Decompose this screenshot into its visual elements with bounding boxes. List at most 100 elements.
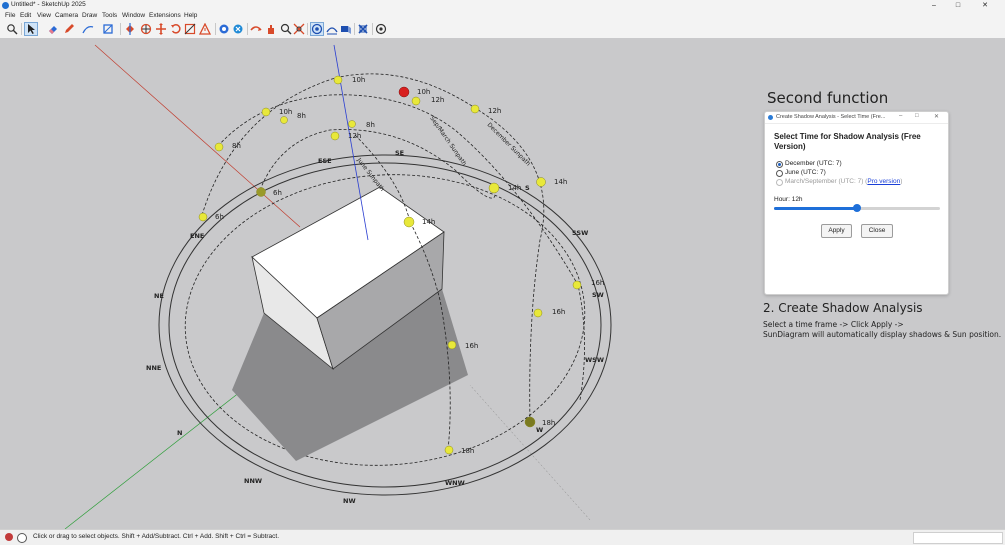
red-axis	[94, 44, 301, 228]
status-bar: Click or drag to select objects. Shift +…	[0, 529, 1005, 545]
title-bar: Untitled* - SketchUp 2025 – □ ✕	[0, 0, 1005, 11]
sun-marker[interactable]	[536, 177, 546, 187]
orbit-icon[interactable]	[250, 23, 262, 35]
minimize-button[interactable]: –	[924, 0, 944, 11]
zoom-icon[interactable]	[280, 23, 292, 35]
rotate-icon[interactable]	[155, 23, 167, 35]
pencil-icon[interactable]	[63, 23, 75, 35]
menu-window[interactable]: Window	[122, 11, 145, 20]
line-icon[interactable]	[82, 23, 94, 35]
sun-marker[interactable]	[488, 182, 500, 194]
hour-label: 14h	[422, 218, 435, 226]
menu-camera[interactable]: Camera	[55, 11, 78, 20]
select-icon[interactable]	[24, 22, 38, 36]
info-icon[interactable]	[17, 533, 27, 543]
sun-diagram-icon[interactable]	[310, 22, 324, 36]
menu-tools[interactable]: Tools	[102, 11, 117, 20]
help-icon[interactable]	[375, 23, 387, 35]
hour-label: 6h	[273, 189, 282, 197]
june-sunpath-label: June Sunpath	[355, 156, 386, 193]
dialog-close-button[interactable]: ✕	[934, 113, 939, 120]
hour-label: 16h	[591, 279, 604, 287]
offset-icon[interactable]	[184, 23, 196, 35]
compass-ne: NE	[154, 292, 164, 300]
compass-nne: NNE	[146, 364, 161, 372]
dialog-title: Create Shadow Analysis - Select Time (Fr…	[776, 114, 886, 120]
sun-marker[interactable]	[524, 416, 536, 428]
menu-extensions[interactable]: Extensions	[149, 11, 181, 20]
shadow-analysis-dialog: Create Shadow Analysis - Select Time (Fr…	[764, 111, 949, 295]
move-icon[interactable]	[140, 23, 152, 35]
current-sun-marker[interactable]	[398, 86, 410, 98]
menu-draw[interactable]: Draw	[82, 11, 97, 20]
dialog-minimize-button[interactable]: –	[899, 113, 902, 119]
hour-label: 8h	[366, 121, 375, 129]
sun-path-icon[interactable]	[326, 23, 338, 35]
zoom-extents-icon[interactable]	[293, 23, 305, 35]
sun-marker[interactable]	[261, 107, 271, 117]
compass-w: W	[536, 426, 543, 434]
compass-nw: NW	[343, 497, 356, 505]
menu-view[interactable]: View	[37, 11, 51, 20]
pan-icon[interactable]	[265, 23, 277, 35]
toolbar-separator	[120, 23, 121, 35]
toolbar-separator	[21, 23, 22, 35]
sun-marker[interactable]	[214, 142, 224, 152]
sun-marker[interactable]	[470, 104, 480, 114]
sun-marker[interactable]	[348, 120, 356, 128]
section-title: 2. Create Shadow Analysis	[763, 301, 923, 315]
apply-button[interactable]: Apply	[821, 224, 852, 238]
scale-icon[interactable]	[170, 23, 182, 35]
compass-ene: ENE	[190, 232, 204, 240]
menu-file[interactable]: File	[5, 11, 15, 20]
sun-marker[interactable]	[572, 280, 582, 290]
hour-slider[interactable]	[774, 204, 940, 212]
pro-version-link[interactable]: Pro version	[867, 178, 900, 185]
menu-help[interactable]: Help	[184, 11, 197, 20]
measurements-box[interactable]	[913, 532, 1003, 544]
shadow-analysis-icon[interactable]	[340, 23, 352, 35]
sun-marker[interactable]	[411, 96, 421, 106]
radio-label: March/September (UTC: 7) (Pro version)	[785, 178, 902, 185]
december-sunpath-label: December Sunpath	[486, 121, 532, 167]
dialog-maximize-button[interactable]: □	[915, 113, 919, 119]
sun-marker[interactable]	[330, 131, 340, 141]
compass-sw: SW	[592, 291, 604, 299]
close-dialog-button[interactable]: Close	[861, 224, 893, 238]
hour-label: 18h	[461, 447, 474, 455]
radio-button[interactable]	[776, 170, 783, 177]
toolbar-separator	[372, 23, 373, 35]
hour-label: 14h	[508, 184, 521, 192]
sun-marker[interactable]	[333, 75, 343, 85]
maximize-button[interactable]: □	[948, 0, 968, 11]
radio-button-selected[interactable]	[776, 161, 783, 168]
sun-marker[interactable]	[533, 308, 543, 318]
rectangle-icon[interactable]	[102, 23, 114, 35]
dialog-app-icon	[768, 115, 773, 120]
settings-icon[interactable]	[357, 23, 369, 35]
hour-slider-thumb[interactable]	[853, 204, 861, 212]
hour-label: 16h	[552, 308, 565, 316]
instructions-line-2: SunDiagram will automatically display sh…	[763, 330, 1002, 339]
menu-edit[interactable]: Edit	[20, 11, 31, 20]
eraser-icon[interactable]	[47, 23, 59, 35]
sun-marker[interactable]	[256, 187, 266, 197]
hour-slider-fill	[774, 207, 857, 210]
sun-marker[interactable]	[447, 340, 457, 350]
sun-marker[interactable]	[280, 116, 288, 124]
tape-measure-icon[interactable]	[199, 23, 211, 35]
geo-location-icon[interactable]	[5, 533, 13, 541]
close-button[interactable]: ✕	[975, 0, 995, 11]
push-pull-icon[interactable]	[124, 23, 136, 35]
sun-marker[interactable]	[198, 212, 208, 222]
radio-label: December (UTC: 7)	[785, 160, 842, 167]
search-icon[interactable]	[6, 23, 18, 35]
sun-marker[interactable]	[444, 445, 454, 455]
hour-label: 16h	[465, 342, 478, 350]
paint-bucket-icon[interactable]	[218, 23, 230, 35]
hour-label: 12h	[348, 132, 361, 140]
text-icon[interactable]	[232, 23, 244, 35]
radio-label-suffix: )	[900, 178, 903, 185]
sun-marker[interactable]	[403, 216, 415, 228]
compass-ssw: SSW	[572, 229, 588, 237]
